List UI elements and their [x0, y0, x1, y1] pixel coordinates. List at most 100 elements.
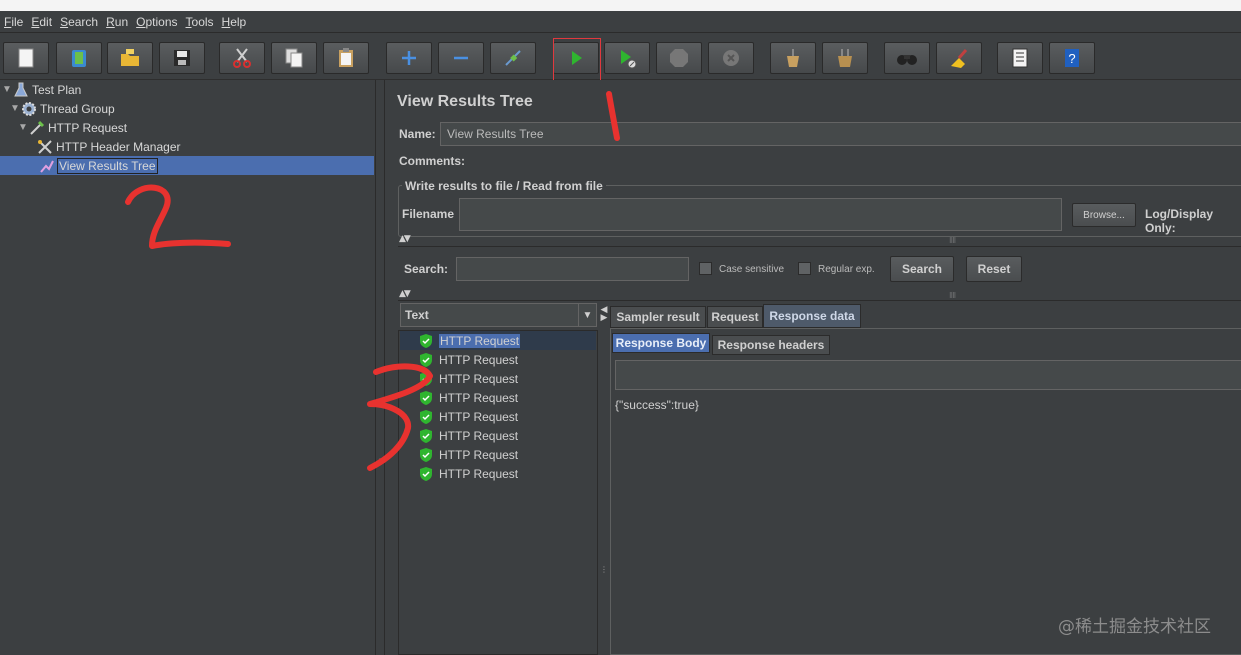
- clear-all-button[interactable]: [822, 42, 868, 74]
- tree-item-http-request[interactable]: ▼ HTTP Request: [18, 118, 127, 137]
- divider-grip[interactable]: ⁝⁝⁝⁝: [949, 291, 956, 300]
- search-button[interactable]: Search: [890, 256, 954, 282]
- regular-exp-checkbox[interactable]: [798, 262, 811, 275]
- list-item[interactable]: HTTP Request: [400, 388, 596, 407]
- new-icon: [18, 48, 34, 68]
- list-item[interactable]: HTTP Request: [400, 464, 596, 483]
- list-item-label: HTTP Request: [439, 390, 519, 405]
- toggle-icon: [505, 50, 521, 66]
- tools-icon: [36, 138, 54, 156]
- gear-icon: [20, 100, 38, 118]
- paste-icon: [339, 48, 353, 67]
- function-helper-button[interactable]: [997, 42, 1043, 74]
- list-item[interactable]: HTTP Request: [400, 369, 596, 388]
- list-item[interactable]: HTTP Request: [400, 426, 596, 445]
- templates-button[interactable]: [56, 42, 102, 74]
- tab-response-body[interactable]: Response Body: [612, 333, 710, 353]
- toolbar: ?: [0, 34, 1241, 80]
- browse-button[interactable]: Browse...: [1072, 203, 1136, 227]
- clear-button[interactable]: [770, 42, 816, 74]
- response-data-content: Response Body Response headers {"success…: [610, 328, 1241, 655]
- renderer-value: Text: [405, 308, 429, 322]
- save-button[interactable]: [159, 42, 205, 74]
- search-binoculars-icon: [897, 55, 917, 65]
- main-splitter[interactable]: ⋮: [376, 80, 385, 655]
- chevron-down-icon[interactable]: ▼: [578, 304, 596, 326]
- stop-icon: [670, 49, 688, 67]
- results-splitter[interactable]: ◀▶ ⋮: [598, 303, 609, 655]
- success-shield-icon: [420, 409, 432, 424]
- tab-response-data[interactable]: Response data: [763, 304, 861, 328]
- new-button[interactable]: [3, 42, 49, 74]
- response-search-bar[interactable]: [615, 360, 1241, 390]
- comments-field[interactable]: [466, 150, 1241, 172]
- list-item[interactable]: HTTP Request: [400, 445, 596, 464]
- renderer-select[interactable]: Text ▼: [400, 303, 597, 327]
- expand-arrow-icon[interactable]: ▼: [18, 122, 28, 133]
- test-plan-icon: [12, 81, 30, 99]
- clear-all-icon: [838, 49, 852, 67]
- menu-search[interactable]: Search: [60, 15, 98, 29]
- filename-field[interactable]: [459, 198, 1062, 231]
- result-tabs: Sampler result Request Response data Res…: [608, 302, 1241, 655]
- tree-item-view-results-tree[interactable]: View Results Tree: [0, 156, 374, 175]
- start-no-timers-button[interactable]: [604, 42, 650, 74]
- menu-edit[interactable]: Edit: [31, 15, 52, 29]
- name-field[interactable]: View Results Tree: [440, 122, 1241, 146]
- divider-grip[interactable]: ⁝⁝⁝⁝: [949, 236, 956, 245]
- tree-item-http-header-manager[interactable]: HTTP Header Manager: [36, 137, 181, 156]
- tree-item-thread-group[interactable]: ▼ Thread Group: [10, 99, 115, 118]
- reset-button[interactable]: Reset: [966, 256, 1022, 282]
- tree-item-test-plan[interactable]: ▼ Test Plan: [2, 80, 81, 99]
- open-button[interactable]: [107, 42, 153, 74]
- stop-button[interactable]: [656, 42, 702, 74]
- list-item[interactable]: HTTP Request: [400, 407, 596, 426]
- list-item-label: HTTP Request: [439, 333, 521, 348]
- reset-search-button[interactable]: [936, 42, 982, 74]
- menu-tools[interactable]: Tools: [186, 15, 214, 29]
- menu-file[interactable]: File: [4, 15, 23, 29]
- case-sensitive-checkbox[interactable]: [699, 262, 712, 275]
- divider: [398, 300, 1241, 301]
- collapse-arrows-icon[interactable]: ▲▼: [399, 234, 411, 244]
- success-shield-icon: [420, 466, 432, 481]
- tree-item-label: View Results Tree: [57, 157, 158, 174]
- success-shield-icon: [420, 333, 432, 348]
- copy-button[interactable]: [271, 42, 317, 74]
- expand-button[interactable]: [386, 42, 432, 74]
- splitter-grip: ⋮: [600, 565, 608, 574]
- start-no-timers-icon: [621, 50, 637, 69]
- menu-options[interactable]: Options: [136, 15, 177, 29]
- list-item[interactable]: HTTP Request: [400, 350, 596, 369]
- search-label: Search:: [404, 262, 449, 276]
- expand-arrow-icon[interactable]: ▼: [10, 103, 20, 114]
- tree-item-label: HTTP Header Manager: [56, 139, 181, 154]
- save-icon: [174, 50, 190, 66]
- toggle-button[interactable]: [490, 42, 536, 74]
- templates-icon: [72, 50, 86, 67]
- menu-help[interactable]: Help: [222, 15, 247, 29]
- cut-button[interactable]: [219, 42, 265, 74]
- search-button-toolbar[interactable]: [884, 42, 930, 74]
- menu-bar: File Edit Search Run Options Tools Help: [0, 11, 1241, 33]
- page-title: View Results Tree: [397, 93, 533, 110]
- collapse-button[interactable]: [438, 42, 484, 74]
- menu-run[interactable]: Run: [106, 15, 128, 29]
- search-input[interactable]: [456, 257, 689, 281]
- list-item-label: HTTP Request: [439, 466, 519, 481]
- expand-arrow-icon[interactable]: ▼: [2, 84, 12, 95]
- list-item[interactable]: HTTP Request: [400, 331, 596, 350]
- shutdown-button[interactable]: [708, 42, 754, 74]
- top-strip: [0, 0, 1241, 11]
- name-label: Name:: [399, 127, 436, 141]
- tab-sampler-result[interactable]: Sampler result: [610, 306, 706, 328]
- tab-request[interactable]: Request: [707, 306, 763, 328]
- log-display-label: Log/Display Only:: [1145, 207, 1214, 235]
- list-item-label: HTTP Request: [439, 447, 519, 462]
- help-button[interactable]: ?: [1049, 42, 1095, 74]
- view-results-tree-panel: View Results Tree Name: View Results Tre…: [386, 80, 1241, 655]
- copy-icon: [285, 48, 303, 68]
- paste-button[interactable]: [323, 42, 369, 74]
- tab-response-headers[interactable]: Response headers: [712, 335, 830, 355]
- collapse-arrows-icon[interactable]: ▲▼: [399, 289, 411, 299]
